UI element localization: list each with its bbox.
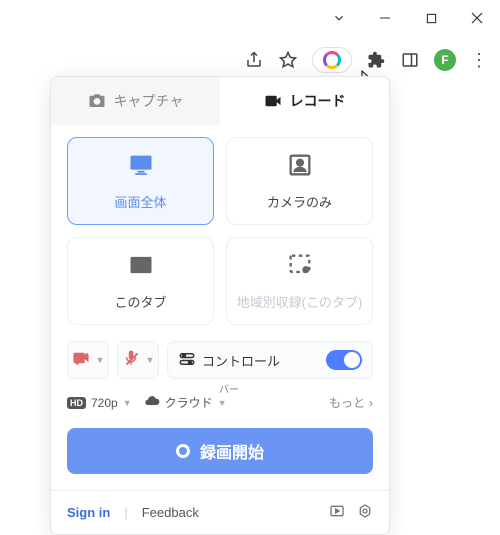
- record-dot-icon: [176, 444, 190, 458]
- sidepanel-icon[interactable]: [400, 50, 420, 70]
- record-label: 録画開始: [200, 439, 264, 463]
- tab-record[interactable]: レコード: [220, 77, 389, 125]
- storage-selector[interactable]: クラウド ▼: [144, 393, 227, 412]
- recorder-extension-icon: [323, 51, 341, 69]
- option-this-tab[interactable]: このタブ: [67, 237, 214, 325]
- divider: |: [124, 505, 127, 520]
- close-button[interactable]: [454, 0, 500, 36]
- menu-dots-icon[interactable]: ⋮: [470, 50, 488, 71]
- signin-link[interactable]: Sign in: [67, 505, 110, 520]
- bookmark-star-icon[interactable]: [278, 50, 298, 70]
- monitor-icon: [127, 151, 155, 182]
- share-icon[interactable]: [244, 50, 264, 70]
- hd-badge-icon: HD: [67, 397, 86, 409]
- chevron-down-icon: ▼: [146, 355, 155, 365]
- chevron-down-icon: ▼: [96, 355, 105, 365]
- control-switch[interactable]: [326, 350, 362, 370]
- video-library-icon[interactable]: [329, 503, 345, 522]
- mic-off-icon: [122, 349, 140, 372]
- resolution-value: 720p: [91, 396, 118, 410]
- control-label: コントロール: [202, 351, 280, 370]
- region-select-icon: [286, 251, 314, 282]
- card-label: このタブ: [114, 292, 166, 311]
- card-label: カメラのみ: [267, 192, 332, 211]
- sliders-icon: [178, 350, 196, 371]
- resolution-selector[interactable]: HD 720p ▼: [67, 396, 132, 410]
- settings-gear-icon[interactable]: [357, 503, 373, 522]
- tab-window-icon: [127, 251, 155, 282]
- more-label: もっと: [329, 394, 365, 411]
- tab-label: レコード: [290, 91, 346, 111]
- option-fullscreen[interactable]: 画面全体: [67, 137, 214, 225]
- recorder-popup: キャプチャ レコード 画面全体 カメラのみ このタブ 地域別収録(このタブ) ▼: [50, 76, 390, 535]
- chevron-down-icon: ▼: [218, 398, 227, 408]
- cloud-icon: [144, 393, 160, 412]
- mic-toggle[interactable]: ▼: [117, 341, 159, 379]
- webcam-toggle[interactable]: ▼: [67, 341, 109, 379]
- tab-capture[interactable]: キャプチャ: [51, 77, 220, 125]
- chevron-down-icon[interactable]: [316, 0, 362, 36]
- bar-label: バー: [219, 381, 239, 396]
- person-frame-icon: [286, 151, 314, 182]
- control-toggle-row[interactable]: コントロール: [167, 341, 373, 379]
- chevron-right-icon: ›: [369, 396, 373, 410]
- more-settings[interactable]: もっと ›: [329, 394, 373, 411]
- card-label: 画面全体: [114, 192, 166, 211]
- profile-avatar[interactable]: F: [434, 49, 456, 71]
- tab-label: キャプチャ: [114, 91, 184, 111]
- card-label: 地域別収録(このタブ): [237, 292, 363, 311]
- maximize-button[interactable]: [408, 0, 454, 36]
- feedback-link[interactable]: Feedback: [142, 505, 199, 520]
- extensions-puzzle-icon[interactable]: [366, 50, 386, 70]
- start-record-button[interactable]: 録画開始: [67, 428, 373, 474]
- minimize-button[interactable]: [362, 0, 408, 36]
- video-icon: [264, 92, 282, 110]
- extension-badge[interactable]: [312, 47, 352, 73]
- camera-icon: [88, 92, 106, 110]
- webcam-off-icon: [72, 349, 90, 372]
- option-region-tab[interactable]: 地域別収録(このタブ): [226, 237, 373, 325]
- storage-value: クラウド: [165, 394, 213, 411]
- option-camera-only[interactable]: カメラのみ: [226, 137, 373, 225]
- chevron-down-icon: ▼: [123, 398, 132, 408]
